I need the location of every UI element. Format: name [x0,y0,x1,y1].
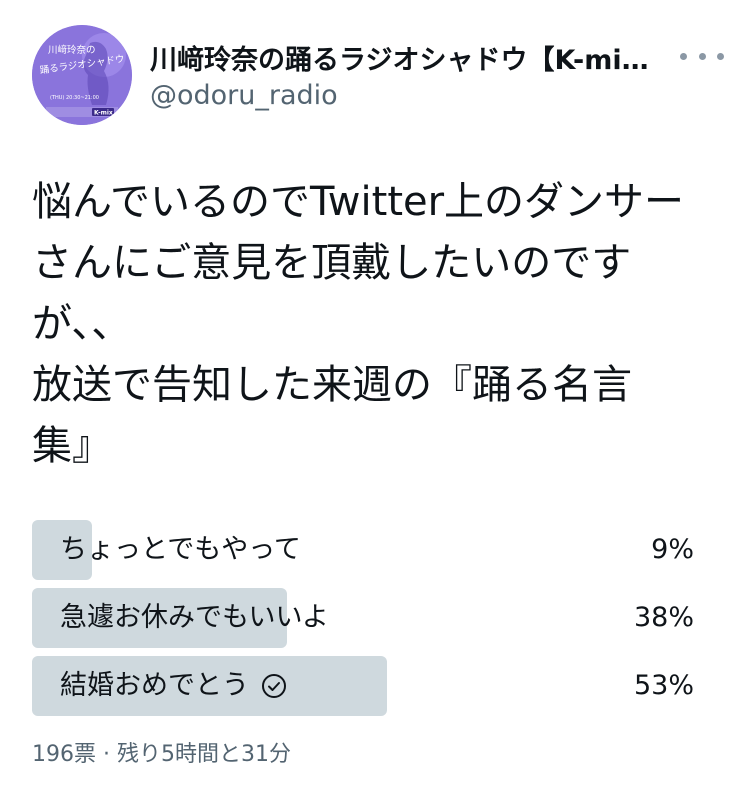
tweet-text-line: が、、 [32,301,132,347]
poll-option-percent: 38% [633,602,694,633]
poll-option[interactable]: 結婚おめでとう 53% [32,656,702,716]
avatar-image: 川﨑玲奈の 踊るラジオシャドウ (THU) 20:30~21:00 K-mix [32,25,132,125]
tweet-card: 川﨑玲奈の 踊るラジオシャドウ (THU) 20:30~21:00 K-mix … [0,0,750,793]
poll-option-percent: 9% [651,534,694,565]
poll-option-label: 急遽お休みでもいいよ [60,602,329,633]
more-dots-icon [698,52,706,60]
tweet-text-line: 集』 [32,423,112,469]
more-dots-icon [680,52,687,60]
poll-option-label: ちょっとでもやって [60,534,301,565]
user-handle[interactable]: @odoru_radio [150,80,338,111]
tweet-text: 悩んでいるのでTwitter上のダンサー さんにご意見を頂戴したいのです が、、… [32,172,722,477]
avatar-title-line1: 川﨑玲奈の [48,44,96,56]
display-name[interactable]: 川﨑玲奈の踊るラジオシャドウ【K-mi… [150,38,670,77]
check-circle-icon [262,674,286,698]
more-dots-icon [717,52,724,60]
poll-option-label: 結婚おめでとう [60,670,249,701]
avatar-station-logo: K-mix [94,110,113,117]
poll-option-percent: 53% [633,670,694,701]
tweet-text-line: 悩んでいるのでTwitter上のダンサー [32,179,685,225]
poll-meta: 196票 · 残り5時間と31分 [32,742,291,767]
avatar-schedule: (THU) 20:30~21:00 [50,95,99,101]
tweet-text-line: さんにご意見を頂戴したいのです [32,240,632,286]
avatar[interactable]: 川﨑玲奈の 踊るラジオシャドウ (THU) 20:30~21:00 K-mix [32,25,132,125]
poll: ちょっとでもやって 9% 急遽お休みでもいいよ 38% 結婚おめでとう 53% [32,520,702,724]
tweet-text-line: 放送で告知した来週の『踊る名言 [32,362,632,408]
more-options-button[interactable] [680,44,724,68]
poll-option[interactable]: 急遽お休みでもいいよ 38% [32,588,702,648]
poll-option[interactable]: ちょっとでもやって 9% [32,520,702,580]
